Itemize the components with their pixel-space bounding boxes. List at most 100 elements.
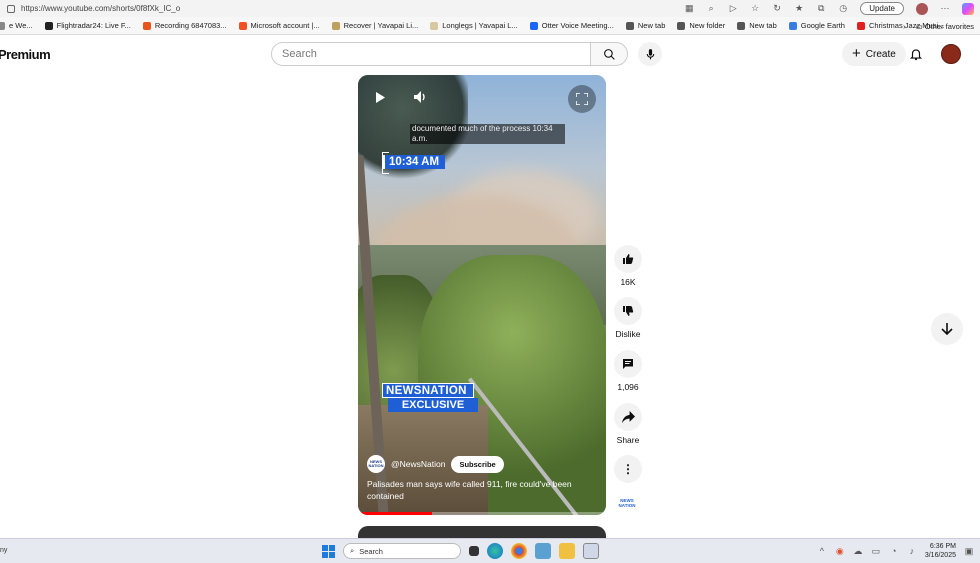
bookmark-favicon [0, 21, 5, 30]
bookmark-favicon [529, 21, 538, 30]
like-button[interactable] [614, 245, 642, 273]
chrome-icon[interactable] [511, 543, 527, 559]
color-app-icon[interactable]: ◉ [835, 546, 845, 556]
bookmark-item[interactable]: New folder [677, 21, 725, 30]
collections-icon[interactable]: ⧉ [816, 4, 826, 14]
channel-name[interactable]: @NewsNation [391, 459, 445, 469]
share-action: Share [613, 403, 643, 445]
refresh-icon[interactable]: ↻ [772, 4, 782, 14]
display-icon[interactable]: ▭ [871, 546, 881, 556]
exclusive-banner: EXCLUSIVE [388, 398, 478, 412]
more-menu-icon[interactable]: ⋯ [940, 4, 950, 14]
voice-search-button[interactable] [638, 42, 662, 66]
video-progress-bar[interactable] [358, 512, 606, 515]
clock-date: 3/16/2025 [924, 552, 956, 559]
weather-app-icon[interactable] [535, 543, 551, 559]
onedrive-cloud-icon[interactable]: ☁ [853, 546, 863, 556]
dislike-button[interactable] [614, 297, 642, 325]
next-video-button[interactable] [931, 313, 963, 345]
bookmark-item[interactable]: Microsoft account |... [238, 21, 320, 30]
volume-icon[interactable]: ♪ [907, 546, 917, 556]
bookmark-label: Longlegs | Yavapai L... [442, 21, 518, 30]
bookmark-favicon [44, 21, 53, 30]
browser-profile-avatar[interactable] [916, 2, 928, 15]
bookmark-label: New folder [689, 21, 726, 30]
channel-small-thumbnail[interactable]: NEWS NATION [617, 498, 637, 510]
fullscreen-icon [576, 93, 588, 105]
chevron-right-icon[interactable]: › [903, 22, 906, 31]
task-view-icon[interactable] [469, 546, 479, 556]
newsnation-banner: NEWSNATION [382, 383, 474, 398]
volume-button[interactable] [410, 87, 430, 107]
edge-icon[interactable] [487, 543, 503, 559]
shorts-video-player[interactable]: documented much of the process 10:34 a.m… [358, 75, 606, 515]
account-avatar[interactable] [941, 44, 961, 64]
bookmark-label: New tab [749, 21, 777, 30]
bookmark-item[interactable]: Otter Voice Meeting... [529, 21, 614, 30]
bookmark-label: Flightradar24: Live F... [56, 21, 131, 30]
other-favorites-label: Other favorites [924, 21, 974, 31]
subscribe-button[interactable]: Subscribe [451, 455, 504, 473]
vertical-dots-icon: ⋮ [622, 462, 634, 476]
other-favorites[interactable]: ▭ Other favorites [916, 22, 974, 31]
system-tray: ^ ◉ ☁ ▭ ◔ ♪ 6:36 PM 3/16/2025 ▣ [817, 542, 974, 560]
media-icon[interactable]: ▷ [728, 4, 738, 14]
like-count: 16K [620, 277, 636, 287]
next-short-preview[interactable] [358, 526, 606, 538]
taskbar-search[interactable]: ⌕ Search [343, 543, 461, 559]
history-icon[interactable]: ◷ [838, 4, 848, 14]
bookmark-favicon [856, 21, 865, 30]
comment-count: 1,096 [617, 382, 639, 392]
bookmark-item[interactable]: Longlegs | Yavapai L... [430, 21, 518, 30]
bookmark-item[interactable]: e We... [0, 21, 33, 30]
youtube-premium-logo[interactable]: Premium [0, 47, 51, 62]
bookmark-favicon [788, 21, 797, 30]
windows-start-icon[interactable] [322, 544, 335, 558]
youtube-header: Premium Search + Create [0, 35, 980, 73]
bookmark-item[interactable]: Google Earth [788, 21, 845, 30]
share-button[interactable] [614, 403, 642, 431]
bookmark-item[interactable]: New tab [737, 21, 777, 30]
bookmark-item[interactable]: New tab [625, 21, 665, 30]
more-action: ⋮ [613, 455, 643, 483]
video-title[interactable]: Palisades man says wife called 911, fire… [367, 478, 587, 502]
bookmark-item[interactable]: Recording 6847083... [142, 21, 227, 30]
more-options-button[interactable]: ⋮ [614, 455, 642, 483]
search-icon: ⌕ [350, 546, 355, 555]
channel-avatar[interactable]: NEWS NATION [367, 455, 385, 473]
notification-icon[interactable]: ▣ [964, 546, 974, 556]
app-grid-icon[interactable]: ▦ [684, 4, 694, 14]
comments-button[interactable] [614, 350, 642, 378]
bookmark-item[interactable]: Recover | Yavapai Li... [331, 21, 418, 30]
bookmark-item[interactable]: Flightradar24: Live F... [44, 21, 131, 30]
comments-action: 1,096 [613, 350, 643, 392]
create-button[interactable]: + Create [842, 42, 906, 66]
fullscreen-button[interactable] [568, 85, 596, 113]
taskbar-apps: ⌕ Search [322, 543, 599, 559]
search-input[interactable]: Search [271, 42, 591, 66]
file-explorer-icon[interactable] [559, 543, 575, 559]
bookmark-favicon [430, 21, 439, 30]
bookmark-favicon [331, 21, 340, 30]
play-button[interactable] [370, 87, 390, 107]
like-action: 16K [613, 245, 643, 287]
network-icon[interactable]: ◔ [889, 546, 899, 556]
chevron-up-icon[interactable]: ^ [817, 546, 827, 556]
remote-desktop-icon[interactable] [583, 543, 599, 559]
notifications-bell-icon[interactable] [909, 47, 923, 61]
update-button[interactable]: Update [860, 2, 904, 15]
search-button[interactable] [590, 42, 628, 66]
taskbar-clock[interactable]: 6:36 PM 3/16/2025 [925, 542, 956, 560]
url-field[interactable]: https://www.youtube.com/shorts/0f8fXk_IC… [21, 4, 180, 13]
bookmark-label: Otter Voice Meeting... [541, 21, 614, 30]
favorite-star-icon[interactable]: ☆ [750, 4, 760, 14]
clock-time: 6:36 PM [929, 543, 956, 550]
taskbar-left-text: ny [0, 547, 8, 554]
bookmark-favicon [142, 21, 151, 30]
copilot-icon[interactable] [962, 2, 974, 15]
favorites-icon[interactable]: ★ [794, 4, 804, 14]
browser-toolbar: ▦ ⌕ ▷ ☆ ↻ ★ ⧉ ◷ Update ⋯ [684, 0, 980, 17]
bookmarks-bar: e We... Flightradar24: Live F... Recording… [0, 17, 980, 35]
zoom-icon[interactable]: ⌕ [706, 4, 716, 14]
newsnation-lower-third: NEWSNATION EXCLUSIVE [382, 383, 478, 412]
